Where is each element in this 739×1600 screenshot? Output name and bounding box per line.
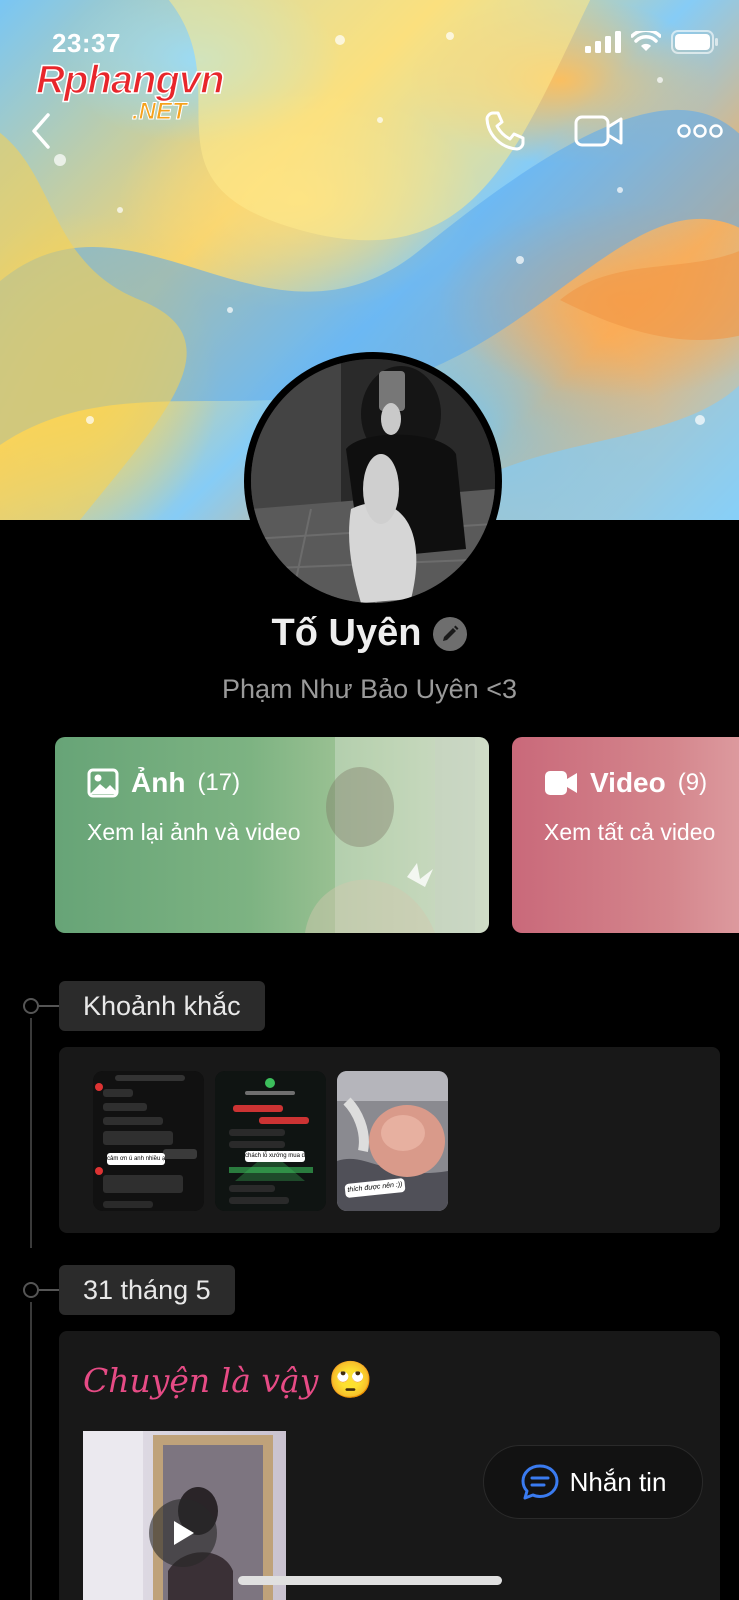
moment-caption: chách lỗ xướng mua dịch ạ [245,1151,305,1162]
timeline-dot [23,998,39,1014]
video-icon [545,771,577,795]
moment-caption: cảm ơn ú anh nhiều ạ [107,1153,165,1165]
status-time: 23:37 [52,28,121,58]
video-call-button[interactable] [572,104,626,158]
moment-thumb[interactable]: cảm ơn ú anh nhiều ạ [93,1071,204,1211]
timeline-line [30,1302,32,1600]
play-button[interactable] [149,1499,217,1567]
message-button[interactable]: Nhắn tin [483,1445,703,1519]
avatar-photo [251,359,495,603]
more-button[interactable] [670,104,730,158]
eye-roll-emoji: 🙄 [328,1360,374,1401]
post-video-thumbnail[interactable] [83,1431,286,1600]
post-title: Chuyện là vậy [83,1360,319,1400]
video-camera-icon [574,115,623,147]
chat-bubble-icon [521,1464,559,1500]
edit-nickname-button[interactable] [433,616,468,651]
chevron-left-icon [32,113,50,149]
post-title-row: Chuyện là vậy 🙄 [83,1359,373,1401]
photos-card-label: Ảnh [131,767,186,798]
ellipsis-icon [677,124,723,138]
home-indicator [238,1576,502,1585]
videos-card[interactable]: Video (9) Xem tất cả video [512,737,739,933]
watermark-logo: Rphangvn .NET [35,57,256,128]
wifi-icon [631,31,661,51]
message-button-label: Nhắn tin [569,1466,667,1497]
profile-name-row: Tố Uyên [0,612,739,655]
photos-card[interactable]: Ảnh (17) Xem lại ảnh và video [55,737,489,933]
moments-label: Khoảnh khắc [59,981,265,1031]
videos-card-title: Video (9) [544,767,707,799]
status-icons [585,30,719,54]
timeline-connector [39,1289,59,1291]
watermark-main: Rphangvn [35,57,225,103]
profile-name: Tố Uyên [271,612,422,654]
pencil-icon [443,625,459,641]
battery-icon [671,30,718,54]
timeline-dot [23,1282,39,1298]
photos-card-title: Ảnh (17) [87,767,240,799]
image-icon [87,768,119,798]
moments-section: cảm ơn ú anh nhiều ạ chách lỗ xướng mua … [59,1047,720,1233]
videos-card-subtitle: Xem tất cả video [544,819,716,845]
photos-card-subtitle: Xem lại ảnh và video [87,819,301,845]
play-icon [174,1521,194,1545]
photos-card-count: (17) [197,769,241,796]
profile-nickname: Phạm Như Bảo Uyên <3 [222,674,517,704]
watermark-sub: .NET [132,98,188,126]
signal-icon [585,31,621,53]
moment-thumb[interactable]: thích được nên :)) [337,1071,448,1211]
call-button[interactable] [478,104,532,158]
videos-card-label: Video [590,767,666,798]
videos-card-count: (9) [677,769,708,796]
moment-thumb[interactable]: chách lỗ xướng mua dịch ạ [215,1071,326,1211]
timeline-line [30,1018,32,1248]
timeline-connector [39,1005,59,1007]
back-button[interactable] [14,104,68,158]
avatar[interactable] [244,352,502,610]
date-label: 31 tháng 5 [59,1265,235,1315]
phone-icon [485,111,525,151]
